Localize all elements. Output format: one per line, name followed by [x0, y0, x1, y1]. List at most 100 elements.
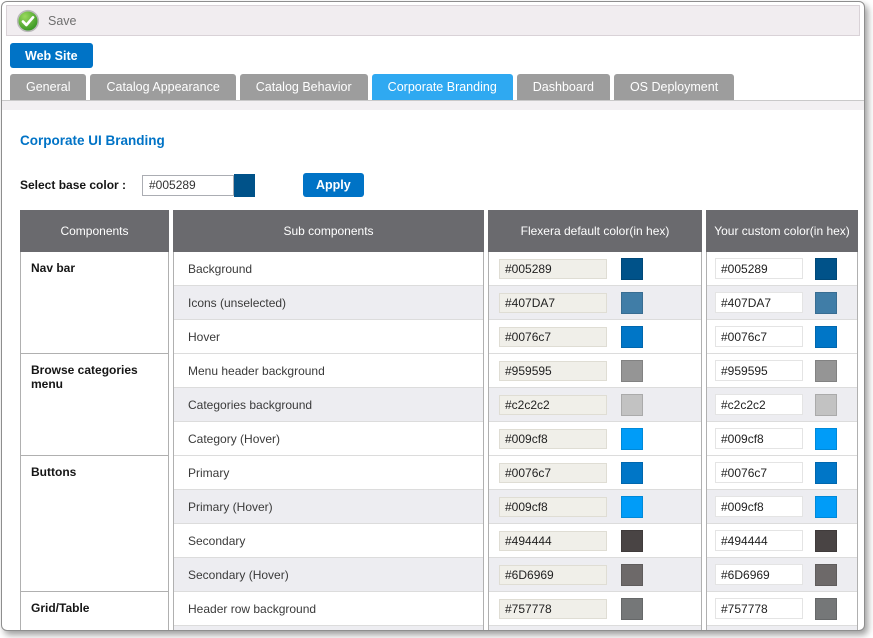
header-subcomponents: Sub components: [173, 210, 484, 252]
subcomponent-label: Menu header background: [174, 354, 483, 388]
base-color-input[interactable]: [142, 175, 234, 196]
custom-color-cell: [707, 558, 857, 592]
default-color-swatch: [621, 598, 643, 620]
default-color-cell: [489, 524, 701, 558]
subcomponent-label: Icons (unselected): [174, 286, 483, 320]
default-hex-input: [499, 327, 607, 347]
custom-hex-input[interactable]: [715, 394, 803, 415]
component-cell: Buttons: [21, 456, 168, 592]
tab-content-divider: [2, 101, 864, 110]
subcomponent-label: Hover: [174, 320, 483, 354]
default-hex-input: [499, 293, 607, 313]
default-hex-input: [499, 565, 607, 585]
custom-hex-input[interactable]: [715, 530, 803, 551]
default-hex-input: [499, 599, 607, 619]
custom-color-swatch[interactable]: [815, 530, 837, 552]
tab-general[interactable]: General: [10, 74, 86, 100]
tab-os-deployment[interactable]: OS Deployment: [614, 74, 734, 100]
subcomponent-label: Row (hover) background: [174, 626, 483, 631]
col-default-body: [488, 252, 702, 631]
custom-hex-input[interactable]: [715, 258, 803, 279]
custom-hex-input[interactable]: [715, 428, 803, 449]
default-color-swatch: [621, 258, 643, 280]
column-components: Components Nav barBrowse categories menu…: [20, 210, 169, 631]
tab-web-site[interactable]: Web Site: [10, 43, 93, 68]
default-color-swatch: [621, 496, 643, 518]
custom-color-cell: [707, 354, 857, 388]
default-color-cell: [489, 388, 701, 422]
component-cell: Browse categories menu: [21, 354, 168, 456]
col-components-body: Nav barBrowse categories menuButtonsGrid…: [20, 252, 169, 631]
toolbar: Save: [6, 5, 860, 36]
custom-color-swatch[interactable]: [815, 564, 837, 586]
custom-hex-input[interactable]: [715, 326, 803, 347]
custom-color-cell: [707, 388, 857, 422]
default-color-cell: [489, 456, 701, 490]
tab-catalog-appearance[interactable]: Catalog Appearance: [90, 74, 235, 100]
custom-hex-input[interactable]: [715, 598, 803, 619]
default-color-swatch: [621, 462, 643, 484]
custom-color-swatch[interactable]: [815, 428, 837, 450]
default-color-cell: [489, 626, 701, 631]
custom-color-cell: [707, 252, 857, 286]
save-check-icon: [16, 9, 40, 33]
custom-color-cell: [707, 490, 857, 524]
page-title: Corporate UI Branding: [20, 133, 846, 148]
site-tab-row: Web Site: [2, 36, 864, 68]
custom-hex-input[interactable]: [715, 360, 803, 381]
tab-corporate-branding[interactable]: Corporate Branding: [372, 74, 513, 100]
component-cell: Nav bar: [21, 252, 168, 354]
custom-color-swatch[interactable]: [815, 292, 837, 314]
tab-dashboard[interactable]: Dashboard: [517, 74, 610, 100]
subcomponent-label: Primary (Hover): [174, 490, 483, 524]
base-color-label: Select base color :: [20, 178, 142, 192]
default-color-swatch: [621, 530, 643, 552]
custom-color-cell: [707, 286, 857, 320]
subcomponent-label: Secondary (Hover): [174, 558, 483, 592]
default-color-cell: [489, 490, 701, 524]
default-color-cell: [489, 286, 701, 320]
custom-color-swatch[interactable]: [815, 462, 837, 484]
default-color-swatch: [621, 394, 643, 416]
tab-catalog-behavior[interactable]: Catalog Behavior: [240, 74, 368, 100]
base-color-swatch[interactable]: [234, 174, 255, 197]
custom-color-swatch[interactable]: [815, 496, 837, 518]
subcomponent-label: Category (Hover): [174, 422, 483, 456]
column-custom-color: Your custom color(in hex): [706, 210, 858, 631]
header-custom-color: Your custom color(in hex): [706, 210, 858, 252]
custom-color-swatch[interactable]: [815, 394, 837, 416]
col-subcomponents-body: BackgroundIcons (unselected)HoverMenu he…: [173, 252, 484, 631]
header-components: Components: [20, 210, 169, 252]
site-tab-label: Web Site: [25, 49, 78, 63]
component-cell: Grid/Table: [21, 592, 168, 631]
default-hex-input: [499, 531, 607, 551]
custom-color-swatch[interactable]: [815, 326, 837, 348]
default-hex-input: [499, 429, 607, 449]
custom-hex-input[interactable]: [715, 462, 803, 483]
subcomponent-label: Categories background: [174, 388, 483, 422]
custom-color-cell: [707, 524, 857, 558]
default-color-cell: [489, 558, 701, 592]
header-default-color: Flexera default color(in hex): [488, 210, 702, 252]
base-color-row: Select base color : Apply: [20, 173, 846, 197]
apply-button[interactable]: Apply: [303, 173, 364, 197]
default-color-cell: [489, 252, 701, 286]
default-color-swatch: [621, 292, 643, 314]
settings-window: Save Web Site GeneralCatalog AppearanceC…: [1, 1, 865, 631]
default-color-swatch: [621, 326, 643, 348]
custom-color-swatch[interactable]: [815, 360, 837, 382]
default-hex-input: [499, 497, 607, 517]
branding-table: Components Nav barBrowse categories menu…: [20, 210, 846, 631]
default-hex-input: [499, 463, 607, 483]
custom-color-swatch[interactable]: [815, 598, 837, 620]
custom-hex-input[interactable]: [715, 292, 803, 313]
custom-hex-input[interactable]: [715, 564, 803, 585]
custom-color-swatch[interactable]: [815, 258, 837, 280]
custom-color-cell: [707, 626, 857, 631]
default-hex-input: [499, 259, 607, 279]
default-color-cell: [489, 320, 701, 354]
save-button[interactable]: Save: [16, 9, 77, 33]
custom-hex-input[interactable]: [715, 496, 803, 517]
default-color-cell: [489, 592, 701, 626]
default-color-cell: [489, 422, 701, 456]
